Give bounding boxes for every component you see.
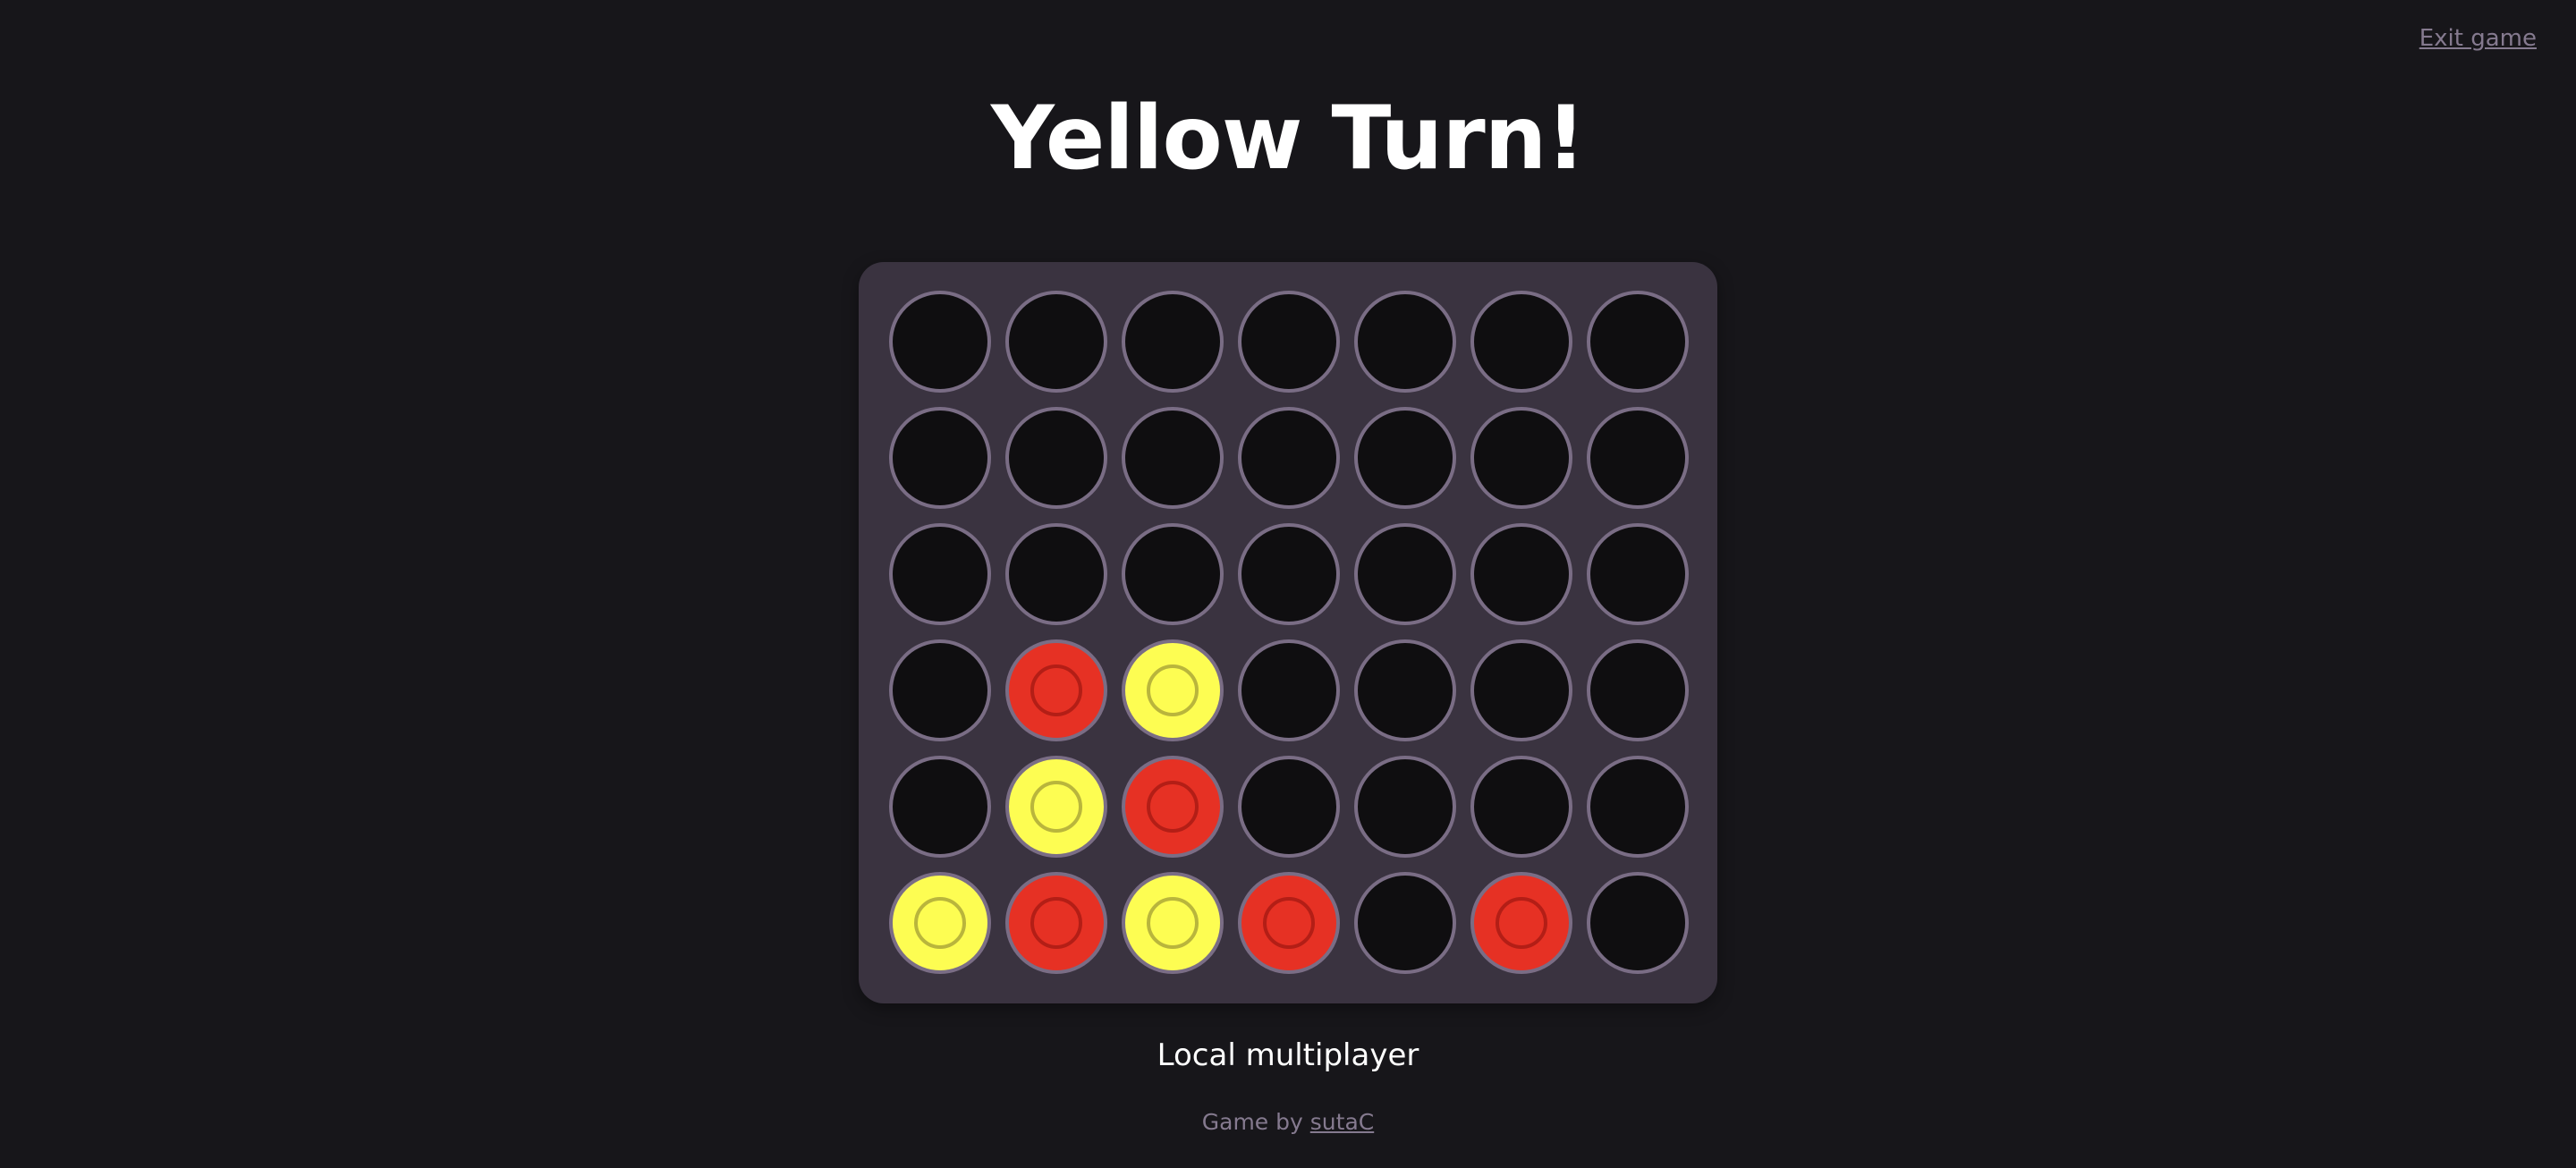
board-cell-r1-c7-empty[interactable] xyxy=(1587,291,1689,393)
red-disc-ring-icon xyxy=(1030,664,1082,716)
board-cell-r1-c1-empty[interactable] xyxy=(889,291,991,393)
board-cell-r5-c3-red-disc[interactable] xyxy=(1122,756,1224,858)
red-disc-ring-icon xyxy=(1147,781,1199,833)
board-cell-r6-c1-yellow-disc[interactable] xyxy=(889,872,991,974)
board-cell-r2-c7-empty[interactable] xyxy=(1587,407,1689,509)
board-cell-r4-c2-red-disc[interactable] xyxy=(1005,639,1107,741)
red-disc-ring-icon xyxy=(1496,897,1547,949)
board-cell-r3-c3-empty[interactable] xyxy=(1122,523,1224,625)
board-cell-r2-c3-empty[interactable] xyxy=(1122,407,1224,509)
credit-line: Game by sutaC xyxy=(0,1109,2576,1135)
board-cell-r5-c6-empty[interactable] xyxy=(1470,756,1572,858)
game-mode-label: Local multiplayer xyxy=(1157,1037,1419,1073)
board-cell-r6-c5-empty[interactable] xyxy=(1354,872,1456,974)
board-cell-r4-c3-yellow-disc[interactable] xyxy=(1122,639,1224,741)
yellow-disc-ring-icon xyxy=(914,897,966,949)
board-cell-r5-c5-empty[interactable] xyxy=(1354,756,1456,858)
credit-prefix: Game by xyxy=(1201,1109,1303,1135)
board-cell-r3-c7-empty[interactable] xyxy=(1587,523,1689,625)
board-cell-r2-c1-empty[interactable] xyxy=(889,407,991,509)
board-cell-r6-c6-red-disc[interactable] xyxy=(1470,872,1572,974)
board-cell-r3-c4-empty[interactable] xyxy=(1238,523,1340,625)
board-cell-r3-c5-empty[interactable] xyxy=(1354,523,1456,625)
board-cell-r3-c2-empty[interactable] xyxy=(1005,523,1107,625)
board-cell-r2-c5-empty[interactable] xyxy=(1354,407,1456,509)
author-link[interactable]: sutaC xyxy=(1310,1109,1374,1135)
red-disc-ring-icon xyxy=(1263,897,1315,949)
board-cell-r2-c2-empty[interactable] xyxy=(1005,407,1107,509)
yellow-disc-ring-icon xyxy=(1030,781,1082,833)
turn-indicator-title: Yellow Turn! xyxy=(990,88,1586,190)
board-cell-r4-c5-empty[interactable] xyxy=(1354,639,1456,741)
board-cell-r6-c2-red-disc[interactable] xyxy=(1005,872,1107,974)
red-disc-ring-icon xyxy=(1030,897,1082,949)
board-cell-r1-c2-empty[interactable] xyxy=(1005,291,1107,393)
board-cell-r5-c4-empty[interactable] xyxy=(1238,756,1340,858)
board-cell-r3-c1-empty[interactable] xyxy=(889,523,991,625)
board-cell-r5-c1-empty[interactable] xyxy=(889,756,991,858)
board-cell-r2-c6-empty[interactable] xyxy=(1470,407,1572,509)
board-cell-r2-c4-empty[interactable] xyxy=(1238,407,1340,509)
board-cell-r1-c6-empty[interactable] xyxy=(1470,291,1572,393)
board-cell-r5-c7-empty[interactable] xyxy=(1587,756,1689,858)
board-cell-r3-c6-empty[interactable] xyxy=(1470,523,1572,625)
board-cell-r6-c7-empty[interactable] xyxy=(1587,872,1689,974)
board-cell-r1-c4-empty[interactable] xyxy=(1238,291,1340,393)
game-board xyxy=(859,262,1717,1003)
yellow-disc-ring-icon xyxy=(1147,897,1199,949)
board-cell-r5-c2-yellow-disc[interactable] xyxy=(1005,756,1107,858)
board-cell-r6-c4-red-disc[interactable] xyxy=(1238,872,1340,974)
board-cell-r4-c4-empty[interactable] xyxy=(1238,639,1340,741)
board-cell-r4-c7-empty[interactable] xyxy=(1587,639,1689,741)
board-cell-r4-c1-empty[interactable] xyxy=(889,639,991,741)
board-cell-r6-c3-yellow-disc[interactable] xyxy=(1122,872,1224,974)
board-cell-r4-c6-empty[interactable] xyxy=(1470,639,1572,741)
board-cell-r1-c3-empty[interactable] xyxy=(1122,291,1224,393)
board-cell-r1-c5-empty[interactable] xyxy=(1354,291,1456,393)
yellow-disc-ring-icon xyxy=(1147,664,1199,716)
exit-game-link[interactable]: Exit game xyxy=(2419,25,2537,52)
